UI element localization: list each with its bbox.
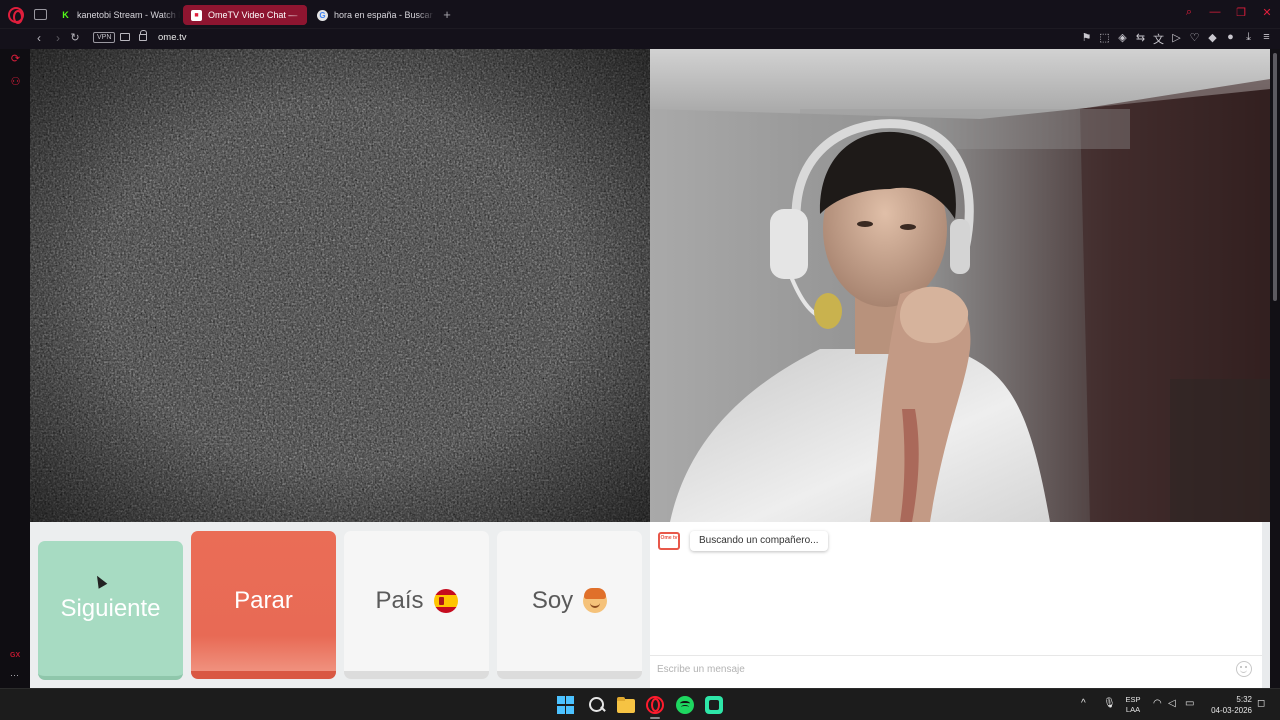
translate-lang-icon[interactable]: 文: [1153, 31, 1164, 47]
tab-title: OmeTV Video Chat —: [208, 10, 298, 20]
url-field[interactable]: ome.tv: [158, 32, 187, 43]
emoji-icon[interactable]: [1236, 661, 1252, 677]
self-camera-video: [650, 49, 1270, 522]
status-message: Buscando un compañero...: [690, 531, 828, 551]
extensions-icon[interactable]: ◆: [1207, 31, 1218, 47]
back-icon[interactable]: ‹: [32, 31, 46, 45]
clock-date: 04-03-2026: [1211, 706, 1252, 715]
tray-overflow-icon[interactable]: ^: [1081, 698, 1086, 709]
gx-control-icon[interactable]: ⟳: [9, 53, 22, 66]
page-scrollbar[interactable]: [1270, 49, 1280, 688]
country-select-button[interactable]: País: [344, 531, 489, 679]
lang-layout: LAA: [1125, 705, 1141, 714]
easy-setup-icon[interactable]: ≡: [1261, 31, 1272, 47]
opera-gx-icon[interactable]: [646, 696, 664, 714]
heart-icon[interactable]: ♡: [1189, 31, 1200, 47]
stop-button-label: Parar: [234, 587, 293, 614]
tab-google-search[interactable]: G hora en españa - Buscar c: [309, 5, 435, 25]
ometv-icon: ■: [191, 9, 202, 21]
chat-controls: Siguiente Parar País Soy: [30, 522, 650, 688]
gender-button-label: Soy: [531, 587, 574, 614]
webcam-scene: [650, 49, 1270, 522]
app-store-icon[interactable]: [705, 696, 723, 714]
address-bar: ‹ › ↻ VPN ome.tv ⚑ ⬚ ◈ ⇆ 文 ▷ ♡ ◆ ● ⤓ ≡: [0, 29, 1280, 49]
close-icon[interactable]: ✕: [1260, 6, 1274, 19]
ometv-logo-icon: Ome tv: [658, 532, 680, 550]
chat-input-bar: [650, 655, 1262, 682]
file-explorer-icon[interactable]: [617, 696, 635, 714]
camera-icon[interactable]: [120, 33, 130, 41]
tab-ometv[interactable]: ■ OmeTV Video Chat —: [183, 5, 307, 25]
partner-video-static: [30, 49, 650, 522]
windows-taskbar: ^ 🎙 ESP LAA ◠ ◁ ▭ 5:32 04-03-2026 ◻: [0, 688, 1280, 720]
kick-icon: K: [62, 9, 69, 20]
forward-icon[interactable]: ›: [51, 31, 65, 45]
browser-sidebar: ⟳ ⚇ GX ···: [0, 49, 30, 689]
clock[interactable]: 5:32 04-03-2026: [1206, 694, 1252, 716]
gx-corner-icon[interactable]: ⚇: [9, 76, 22, 89]
country-button-label: País: [375, 587, 424, 614]
play-icon[interactable]: ▷: [1171, 31, 1182, 47]
window-controls: ⌕ — ❐ ✕: [1182, 6, 1274, 19]
search-icon[interactable]: [588, 696, 606, 714]
browser-tab-strip: K kanetobi Stream - Watch l ■ OmeTV Vide…: [0, 0, 1280, 29]
sidebar-more-icon[interactable]: ···: [10, 670, 19, 680]
static-noise: [30, 49, 650, 522]
volume-icon[interactable]: ◁: [1168, 698, 1176, 709]
shield-icon[interactable]: ◈: [1117, 31, 1128, 47]
battery-icon[interactable]: ▭: [1185, 698, 1194, 709]
search-tabs-icon[interactable]: ⌕: [1182, 6, 1196, 19]
lock-icon[interactable]: [139, 30, 147, 41]
opera-menu-icon[interactable]: [8, 7, 24, 24]
spotify-icon[interactable]: [676, 696, 694, 714]
bookmark-icon[interactable]: ⚑: [1081, 31, 1092, 47]
chat-panel: Ome tv Buscando un compañero...: [650, 522, 1262, 688]
windows-start-icon[interactable]: [557, 696, 575, 714]
boy-emoji-icon: [583, 588, 608, 613]
tab-overview-icon[interactable]: [34, 9, 47, 20]
spain-flag-icon: [433, 589, 458, 613]
restore-icon[interactable]: ❐: [1234, 6, 1248, 19]
active-app-indicator: [650, 717, 660, 719]
download-icon[interactable]: ⤓: [1243, 31, 1254, 47]
ometv-page: Siguiente Parar País Soy Ome tv Buscando…: [30, 49, 1270, 688]
microphone-icon[interactable]: 🎙: [1103, 698, 1116, 709]
google-icon: G: [317, 9, 328, 21]
vpn-badge[interactable]: VPN: [93, 32, 116, 43]
wifi-icon[interactable]: ◠: [1153, 698, 1162, 709]
next-button-label: Siguiente: [60, 594, 161, 622]
language-indicator[interactable]: ESP LAA: [1122, 695, 1144, 715]
message-input[interactable]: [657, 660, 1217, 678]
profile-icon[interactable]: ●: [1225, 31, 1236, 47]
scrollbar-thumb[interactable]: [1273, 53, 1277, 301]
next-button[interactable]: Siguiente: [38, 541, 183, 680]
snapshot-icon[interactable]: ⬚: [1099, 31, 1110, 47]
clock-time: 5:32: [1236, 695, 1252, 704]
extension-icons: ⚑ ⬚ ◈ ⇆ 文 ▷ ♡ ◆ ● ⤓ ≡: [1081, 31, 1272, 47]
gender-select-button[interactable]: Soy: [497, 531, 642, 679]
tab-kick-stream[interactable]: K kanetobi Stream - Watch l: [52, 5, 180, 25]
gx-label[interactable]: GX: [10, 652, 20, 659]
notifications-icon[interactable]: ◻: [1257, 698, 1265, 709]
translate-icon[interactable]: ⇆: [1135, 31, 1146, 47]
minimize-icon[interactable]: —: [1208, 6, 1222, 19]
lang-code: ESP: [1125, 695, 1141, 704]
stop-button[interactable]: Parar: [191, 531, 336, 679]
new-tab-button[interactable]: +: [440, 7, 454, 22]
reload-icon[interactable]: ↻: [68, 31, 82, 44]
